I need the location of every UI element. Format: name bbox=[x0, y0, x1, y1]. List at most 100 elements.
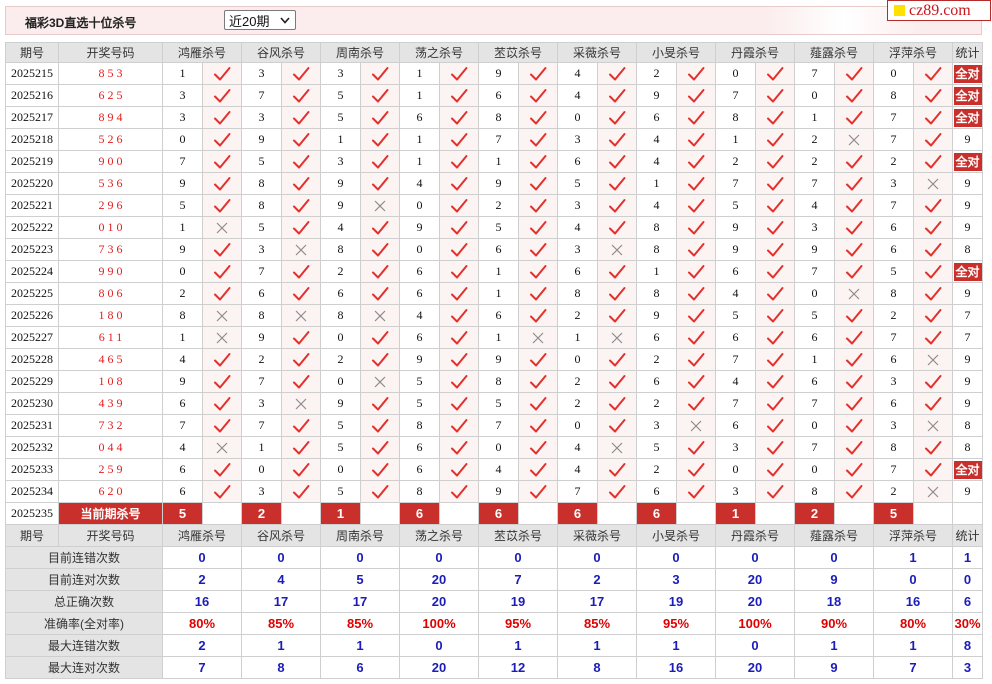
kill-result-cell bbox=[914, 173, 953, 195]
kill-result-cell bbox=[203, 459, 242, 481]
kill-result-cell bbox=[914, 371, 953, 393]
col-header-expert: 采薇杀号 bbox=[558, 525, 637, 547]
summary-value: 6 bbox=[953, 591, 983, 613]
check-icon bbox=[925, 198, 942, 212]
period-cell: 2025218 bbox=[6, 129, 59, 151]
draw-row: 2025231 732 7 7 5 8 7 0 3 6 0 3 8 bbox=[6, 415, 983, 437]
page-title: 福彩3D直选十位杀号 bbox=[25, 16, 137, 30]
summary-value: 90% bbox=[795, 613, 874, 635]
kill-number-cell: 6 bbox=[637, 107, 677, 129]
summary-value: 0 bbox=[637, 547, 716, 569]
kill-result-cell bbox=[835, 327, 874, 349]
kill-result-cell bbox=[519, 85, 558, 107]
kill-number-cell: 2 bbox=[321, 261, 361, 283]
kill-result-cell bbox=[598, 151, 637, 173]
cross-icon bbox=[611, 244, 623, 255]
kill-number-cell: 2 bbox=[637, 63, 677, 85]
summary-value: 1 bbox=[953, 547, 983, 569]
check-icon bbox=[214, 462, 231, 476]
check-icon bbox=[293, 440, 310, 454]
kill-result-cell bbox=[598, 261, 637, 283]
kill-result-cell bbox=[835, 415, 874, 437]
kill-number-cell: 5 bbox=[321, 85, 361, 107]
kill-number-cell: 6 bbox=[637, 327, 677, 349]
summary-row: 最大连错次数 2 1 1 0 1 1 1 0 1 1 8 bbox=[6, 635, 983, 657]
kill-number-cell: 0 bbox=[874, 63, 914, 85]
summary-row: 准确率(全对率) 80% 85% 85% 100% 95% 85% 95% 100% 90% 80%… bbox=[6, 613, 983, 635]
kill-result-cell bbox=[440, 217, 479, 239]
kill-result-cell bbox=[677, 305, 716, 327]
check-icon bbox=[293, 286, 310, 300]
check-icon bbox=[451, 154, 468, 168]
kill-number-cell: 6 bbox=[795, 327, 835, 349]
kill-number-cell: 0 bbox=[321, 371, 361, 393]
summary-value: 1 bbox=[874, 547, 953, 569]
summary-value: 0 bbox=[479, 547, 558, 569]
period-range-select[interactable]: 近20期 bbox=[224, 10, 296, 30]
cross-icon bbox=[295, 398, 307, 409]
kill-result-cell bbox=[756, 393, 795, 415]
site-logo[interactable]: cz89.com bbox=[887, 0, 991, 21]
kill-number-cell: 7 bbox=[242, 261, 282, 283]
summary-row: 最大连对次数 7 8 6 20 12 8 16 20 9 7 3 bbox=[6, 657, 983, 679]
check-icon bbox=[925, 264, 942, 278]
summary-value: 0 bbox=[400, 547, 479, 569]
check-icon bbox=[609, 352, 626, 366]
kill-number-cell: 2 bbox=[795, 151, 835, 173]
kill-number-cell: 2 bbox=[558, 393, 598, 415]
kill-result-cell bbox=[440, 371, 479, 393]
check-icon bbox=[372, 418, 389, 432]
summary-label: 目前连错次数 bbox=[6, 547, 163, 569]
kill-result-cell bbox=[835, 195, 874, 217]
draw-number-cell: 894 bbox=[59, 107, 163, 129]
kill-number-cell: 9 bbox=[400, 217, 440, 239]
check-icon bbox=[530, 462, 547, 476]
check-icon bbox=[451, 66, 468, 80]
summary-value: 95% bbox=[479, 613, 558, 635]
kill-number-cell: 0 bbox=[558, 349, 598, 371]
kill-number-cell: 6 bbox=[716, 327, 756, 349]
cross-icon bbox=[216, 222, 228, 233]
period-cell: 2025216 bbox=[6, 85, 59, 107]
kill-result-cell bbox=[756, 305, 795, 327]
check-icon bbox=[846, 396, 863, 410]
kill-result-cell bbox=[598, 107, 637, 129]
kill-number-cell: 3 bbox=[242, 107, 282, 129]
kill-number-cell: 2 bbox=[242, 349, 282, 371]
check-icon bbox=[688, 484, 705, 498]
col-header-expert: 鸿雁杀号 bbox=[163, 525, 242, 547]
kill-number-cell: 5 bbox=[400, 371, 440, 393]
kill-result-cell bbox=[519, 63, 558, 85]
summary-label: 准确率(全对率) bbox=[6, 613, 163, 635]
kill-number-cell: 9 bbox=[163, 239, 203, 261]
kill-result-cell bbox=[756, 239, 795, 261]
col-header-expert: 周南杀号 bbox=[321, 525, 400, 547]
kill-result-cell bbox=[282, 305, 321, 327]
stat-cell: 8 bbox=[953, 239, 983, 261]
kill-number-cell: 0 bbox=[163, 261, 203, 283]
check-icon bbox=[925, 66, 942, 80]
cross-icon bbox=[216, 332, 228, 343]
stat-cell: 7 bbox=[953, 327, 983, 349]
stat-cell: 9 bbox=[953, 283, 983, 305]
kill-number-cell: 9 bbox=[716, 239, 756, 261]
draw-row: 2025228 465 4 2 2 9 9 0 2 7 1 6 9 bbox=[6, 349, 983, 371]
kill-number-cell: 1 bbox=[163, 63, 203, 85]
current-kill-blank bbox=[914, 503, 953, 525]
kill-result-cell bbox=[598, 393, 637, 415]
current-kill-blank bbox=[203, 503, 242, 525]
cross-icon bbox=[927, 354, 939, 365]
check-icon bbox=[451, 198, 468, 212]
summary-value: 20 bbox=[716, 657, 795, 679]
cross-icon bbox=[216, 310, 228, 321]
kill-result-cell bbox=[361, 63, 400, 85]
current-kill-number: 1 bbox=[716, 503, 756, 525]
kill-number-cell: 8 bbox=[637, 239, 677, 261]
summary-value: 7 bbox=[163, 657, 242, 679]
kill-result-cell bbox=[203, 239, 242, 261]
kill-number-cell: 3 bbox=[716, 437, 756, 459]
check-icon bbox=[451, 242, 468, 256]
check-icon bbox=[372, 132, 389, 146]
current-kill-blank bbox=[756, 503, 795, 525]
stat-cell: 7 bbox=[953, 305, 983, 327]
